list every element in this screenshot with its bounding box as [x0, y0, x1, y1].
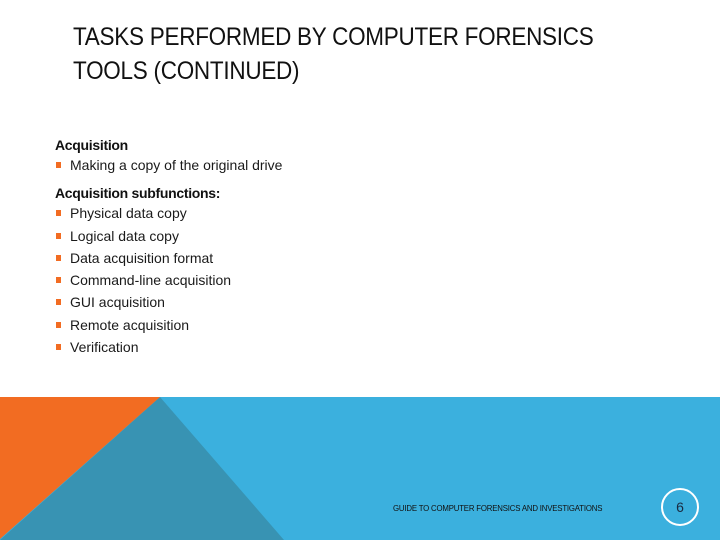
bullet-list-acquisition: Making a copy of the original drive	[55, 154, 655, 176]
slide-title-line-1: TASKS PERFORMED BY COMPUTER FORENSICS	[73, 23, 594, 51]
list-item: Making a copy of the original drive	[55, 154, 655, 176]
slide-title: TASKS PERFORMED BY COMPUTER FORENSICS TO…	[73, 20, 631, 88]
list-item: Remote acquisition	[55, 314, 655, 336]
square-bullet-icon	[56, 210, 61, 217]
list-item: Command-line acquisition	[55, 269, 655, 291]
square-bullet-icon	[56, 344, 61, 351]
page-number: 6	[676, 499, 684, 515]
bullet-list-subfunctions: Physical data copy Logical data copy Dat…	[55, 202, 655, 358]
list-item: Verification	[55, 336, 655, 358]
square-bullet-icon	[56, 254, 61, 261]
list-item: GUI acquisition	[55, 291, 655, 313]
list-item: Logical data copy	[55, 225, 655, 247]
slide-body: Acquisition Making a copy of the origina…	[55, 136, 655, 366]
square-bullet-icon	[56, 277, 61, 284]
page-number-badge: 6	[661, 488, 699, 526]
section-heading-subfunctions: Acquisition subfunctions:	[55, 185, 221, 202]
square-bullet-icon	[56, 299, 61, 306]
footer-text: GUIDE TO COMPUTER FORENSICS AND INVESTIG…	[393, 503, 603, 513]
list-item: Data acquisition format	[55, 247, 655, 269]
section-heading-acquisition: Acquisition	[55, 137, 128, 153]
decorative-footer-band	[0, 397, 720, 540]
square-bullet-icon	[56, 232, 61, 239]
slide-title-line-2: TOOLS (CONTINUED)	[73, 57, 300, 85]
square-bullet-icon	[56, 321, 61, 328]
square-bullet-icon	[56, 162, 61, 168]
list-item: Physical data copy	[55, 202, 655, 224]
